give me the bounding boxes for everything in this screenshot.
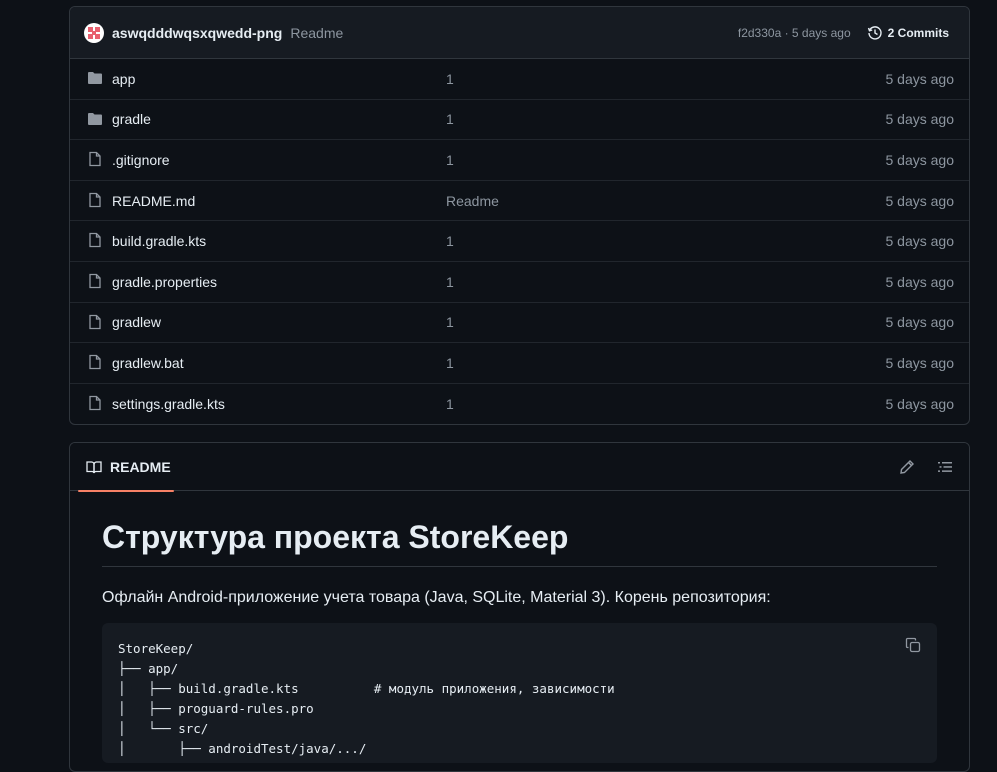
readme-tab-label: README [110, 458, 171, 475]
file-row[interactable]: README.md Readme 5 days ago [70, 181, 969, 222]
file-row[interactable]: gradle.properties 1 5 days ago [70, 262, 969, 303]
latest-commit-bar: aswqdddwqsxqwedd-png Readme f2d330a · 5 … [70, 7, 969, 59]
copy-icon[interactable] [905, 637, 921, 653]
file-icon [87, 314, 103, 330]
commits-count-label: 2 Commits [887, 25, 949, 40]
file-row[interactable]: app 1 5 days ago [70, 59, 969, 100]
code-line: │ ├── proguard-rules.pro [118, 701, 314, 716]
file-icon [87, 192, 103, 208]
code-line: StoreKeep/ [118, 641, 194, 656]
file-icon [87, 273, 103, 289]
file-commit-message-link[interactable]: 1 [446, 152, 454, 168]
file-row[interactable]: .gitignore 1 5 days ago [70, 140, 969, 181]
file-commit-message-link[interactable]: Readme [446, 193, 499, 209]
file-name-link[interactable]: gradlew.bat [112, 355, 184, 371]
code-lines: StoreKeep/ ├── app/ │ ├── build.gradle.kts… [118, 639, 921, 759]
file-name-link[interactable]: gradlew [112, 314, 161, 330]
file-commit-date: 5 days ago [885, 192, 955, 209]
code-line: ├── app/ [118, 661, 179, 676]
commit-message-link[interactable]: Readme [290, 25, 343, 41]
file-row[interactable]: build.gradle.kts 1 5 days ago [70, 221, 969, 262]
file-commit-date: 5 days ago [885, 151, 955, 168]
file-commit-date: 5 days ago [885, 354, 955, 371]
readme-title: Структура проекта StoreKeep [102, 519, 937, 567]
file-commit-date: 5 days ago [885, 273, 955, 290]
file-list: app 1 5 days ago gradle 1 5 days ago .gitignor… [70, 59, 969, 424]
file-commit-message-link[interactable]: 1 [446, 355, 454, 371]
file-commit-message-link[interactable]: 1 [446, 396, 454, 412]
file-icon [87, 354, 103, 370]
history-icon [867, 25, 882, 40]
commit-author-link[interactable]: aswqdddwqsxqwedd-png [112, 25, 282, 41]
commits-history-button[interactable]: 2 Commits [867, 25, 949, 41]
readme-tab[interactable]: README [78, 443, 174, 492]
pencil-icon[interactable] [899, 459, 915, 475]
file-row[interactable]: gradle 1 5 days ago [70, 100, 969, 141]
file-icon [87, 395, 103, 411]
file-icon [87, 232, 103, 248]
commit-hash-time[interactable]: f2d330a · 5 days ago [738, 26, 851, 40]
file-commit-date: 5 days ago [885, 111, 955, 128]
file-commit-date: 5 days ago [885, 233, 955, 250]
file-name-link[interactable]: gradle [112, 111, 151, 127]
file-commit-message-link[interactable]: 1 [446, 274, 454, 290]
folder-icon [87, 70, 103, 86]
file-row[interactable]: gradlew 1 5 days ago [70, 303, 969, 344]
code-line: │ └── src/ [118, 721, 209, 736]
file-commit-date: 5 days ago [885, 70, 955, 87]
code-line: │ ├── build.gradle.kts # модуль приложен… [118, 681, 615, 696]
outline-list-icon[interactable] [937, 459, 953, 475]
readme-intro: Офлайн Android-приложение учета товара (… [102, 589, 771, 606]
file-name-link[interactable]: build.gradle.kts [112, 233, 206, 249]
file-commit-message-link[interactable]: 1 [446, 111, 454, 127]
book-icon [86, 460, 102, 473]
file-commit-message-link[interactable]: 1 [446, 71, 454, 87]
file-row[interactable]: settings.gradle.kts 1 5 days ago [70, 384, 969, 424]
folder-icon [87, 111, 103, 127]
file-commit-message-link[interactable]: 1 [446, 233, 454, 249]
file-row[interactable]: gradlew.bat 1 5 days ago [70, 343, 969, 384]
file-browser: aswqdddwqsxqwedd-png Readme f2d330a · 5 … [69, 6, 970, 425]
file-commit-date: 5 days ago [885, 314, 955, 331]
file-name-link[interactable]: gradle.properties [112, 274, 217, 290]
file-commit-date: 5 days ago [885, 396, 955, 413]
readme-content: Структура проекта StoreKeep Офлайн Andro… [70, 491, 969, 763]
file-name-link[interactable]: .gitignore [112, 152, 170, 168]
file-name-link[interactable]: app [112, 71, 135, 87]
code-block: StoreKeep/ ├── app/ │ ├── build.gradle.kts… [102, 623, 937, 763]
readme-header: README [70, 443, 969, 492]
file-name-link[interactable]: settings.gradle.kts [112, 396, 225, 412]
readme-panel: README Структура проекта StoreKeep Офлай… [69, 442, 970, 772]
avatar[interactable] [84, 22, 104, 43]
code-line: │ ├── androidTest/java/.../ [118, 741, 367, 756]
file-icon [87, 151, 103, 167]
file-commit-message-link[interactable]: 1 [446, 314, 454, 330]
file-name-link[interactable]: README.md [112, 193, 195, 209]
commit-meta: f2d330a · 5 days ago 2 Commits [738, 25, 949, 41]
tab-active-underline [78, 489, 174, 492]
